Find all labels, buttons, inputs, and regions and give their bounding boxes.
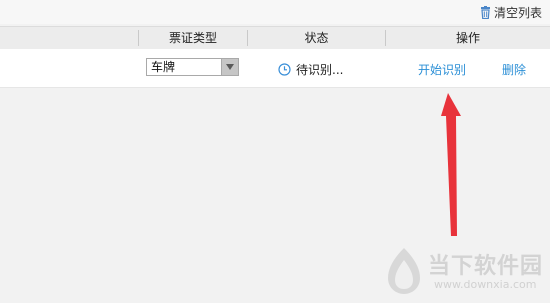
watermark: 当下软件园 www.downxia.com (382, 242, 544, 300)
status-cell: 待识别... (278, 61, 343, 77)
toolbar: 清空列表 (0, 0, 550, 24)
clear-list-label: 清空列表 (493, 5, 542, 20)
delete-link[interactable]: 删除 (502, 61, 526, 78)
status-text: 待识别... (296, 62, 344, 77)
clear-list-button[interactable]: 清空列表 (480, 4, 542, 20)
table-row: 车牌 待识别... 开始识别 删除 (0, 49, 550, 88)
chevron-down-icon[interactable] (221, 59, 238, 75)
trash-icon (480, 5, 491, 19)
table-header: 票证类型 状态 操作 (0, 26, 550, 50)
watermark-url: www.downxia.com (434, 278, 537, 291)
column-header-ticket-type[interactable]: 票证类型 (139, 30, 247, 46)
clock-icon (278, 62, 291, 76)
ticket-type-select[interactable]: 车牌 (146, 58, 239, 76)
watermark-logo-icon (388, 248, 420, 294)
watermark-name: 当下软件园 (428, 254, 544, 279)
start-recognition-link[interactable]: 开始识别 (418, 61, 466, 78)
column-header-status[interactable]: 状态 (248, 30, 385, 46)
column-header-actions[interactable]: 操作 (386, 30, 550, 46)
ticket-type-value: 车牌 (151, 60, 176, 74)
